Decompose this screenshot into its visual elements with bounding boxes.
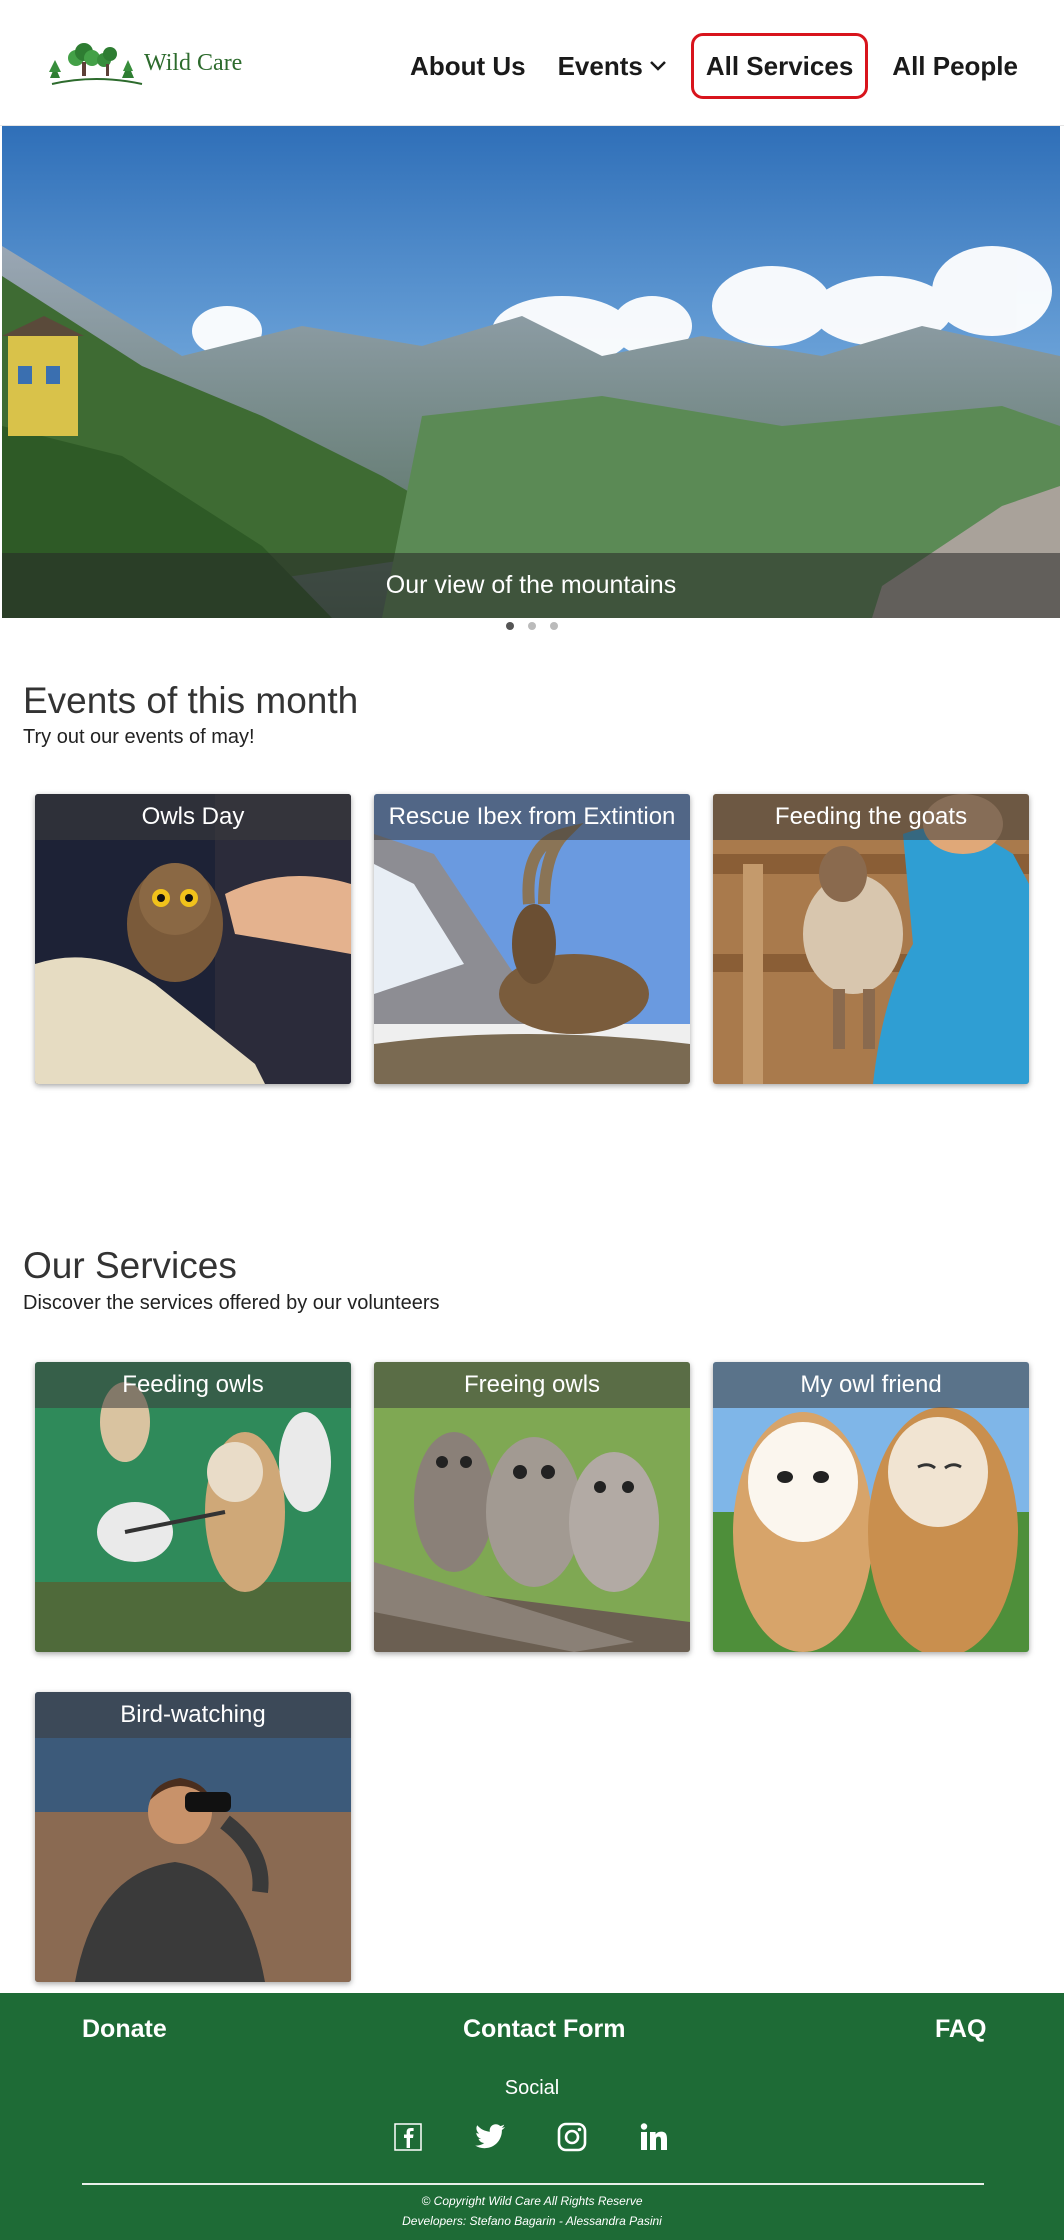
card-title-bar: My owl friend xyxy=(713,1362,1029,1408)
carousel-indicators xyxy=(0,622,1064,630)
event-card-feeding-goats[interactable]: Feeding the goats xyxy=(713,794,1029,1084)
chevron-down-icon xyxy=(649,61,666,71)
footer-divider xyxy=(82,2183,984,2185)
services-section-title: Our Services xyxy=(23,1245,237,1286)
instagram-icon[interactable] xyxy=(556,2121,588,2153)
hero-carousel[interactable]: Our view of the mountains xyxy=(2,126,1060,618)
carousel-dot[interactable] xyxy=(550,622,558,630)
logo-text: Wild Care xyxy=(144,49,243,76)
mountain-landscape-image xyxy=(2,126,1060,618)
site-header: Wild Care About Us Events All Services A… xyxy=(0,0,1064,126)
card-title-bar: Owls Day xyxy=(35,794,351,840)
nav-about-us[interactable]: About Us xyxy=(394,33,542,99)
events-section-subtitle: Try out our events of may! xyxy=(23,726,255,748)
hero-caption-bar: Our view of the mountains xyxy=(2,553,1060,618)
nav-all-services[interactable]: All Services xyxy=(690,33,869,99)
footer-social-label: Social xyxy=(504,2077,560,2099)
services-section-subtitle: Discover the services offered by our vol… xyxy=(23,1292,440,1314)
nav-about-us-label: About Us xyxy=(410,50,526,81)
card-title-bar: Feeding the goats xyxy=(713,794,1029,840)
card-title-bar: Bird-watching xyxy=(35,1692,351,1738)
footer-copyright: © Copyright Wild Care All Rights Reserve xyxy=(421,2194,643,2208)
facebook-icon[interactable] xyxy=(392,2121,424,2153)
card-title: Owls Day xyxy=(141,803,245,830)
card-title: Freeing owls xyxy=(463,1371,601,1398)
card-title: My owl friend xyxy=(800,1371,942,1398)
service-card-my-owl-friend[interactable]: My owl friend xyxy=(713,1362,1029,1652)
hero-caption: Our view of the mountains xyxy=(385,571,677,599)
footer-faq-link[interactable]: FAQ xyxy=(935,2015,986,2044)
site-footer: Donate Contact Form FAQ Social © Copyrig… xyxy=(0,1993,1064,2240)
nav-all-people[interactable]: All People xyxy=(876,33,1034,99)
card-title-bar: Feeding owls xyxy=(35,1362,351,1408)
event-card-owls-day[interactable]: Owls Day xyxy=(35,794,351,1084)
trees-logo-icon xyxy=(49,43,143,85)
events-section-title: Events of this month xyxy=(23,680,359,721)
footer-contact-link[interactable]: Contact Form xyxy=(463,2015,626,2044)
nav-all-people-label: All People xyxy=(892,50,1018,81)
card-title: Feeding the goats xyxy=(774,803,968,830)
linkedin-icon[interactable] xyxy=(638,2121,670,2153)
card-title: Feeding owls xyxy=(122,1371,264,1398)
carousel-dot[interactable] xyxy=(528,622,536,630)
site-logo[interactable]: Wild Care xyxy=(46,38,256,88)
nav-events-label: Events xyxy=(557,50,643,81)
main-nav: About Us Events All Services All People xyxy=(394,33,1034,99)
social-icons xyxy=(392,2121,670,2153)
card-title-bar: Freeing owls xyxy=(374,1362,690,1408)
service-card-bird-watching[interactable]: Bird-watching xyxy=(35,1692,351,1982)
card-title: Rescue Ibex from Extintion xyxy=(388,803,676,830)
service-card-freeing-owls[interactable]: Freeing owls xyxy=(374,1362,690,1652)
footer-donate-link[interactable]: Donate xyxy=(82,2015,167,2044)
twitter-icon[interactable] xyxy=(474,2121,506,2153)
nav-events-dropdown[interactable]: Events xyxy=(542,33,683,99)
event-card-rescue-ibex[interactable]: Rescue Ibex from Extintion xyxy=(374,794,690,1084)
carousel-dot[interactable] xyxy=(506,622,514,630)
service-card-feeding-owls[interactable]: Feeding owls xyxy=(35,1362,351,1652)
card-title: Bird-watching xyxy=(120,1701,266,1728)
nav-all-services-label: All Services xyxy=(705,50,854,81)
card-title-bar: Rescue Ibex from Extintion xyxy=(374,794,690,840)
footer-developers: Developers: Stefano Bagarin - Alessandra… xyxy=(402,2214,662,2228)
